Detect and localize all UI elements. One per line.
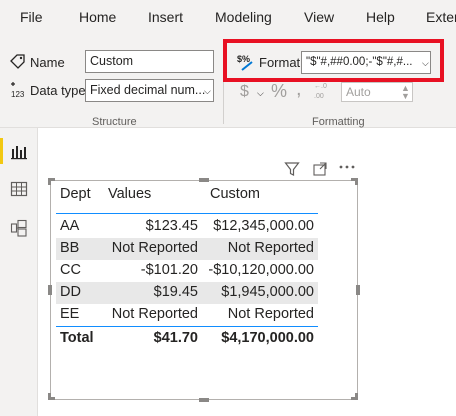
header-underline xyxy=(56,213,318,214)
cell-custom: $12,345,000.00 xyxy=(213,218,314,234)
header-dept[interactable]: Dept xyxy=(60,186,91,202)
cell-values: Not Reported xyxy=(111,240,198,256)
menu-insert[interactable]: Insert xyxy=(148,9,183,25)
table-row: EE Not Reported Not Reported xyxy=(56,304,318,326)
currency-button[interactable]: $ xyxy=(240,83,249,101)
cell-values: Not Reported xyxy=(111,306,198,322)
table-header-row: Dept Values Custom xyxy=(56,186,318,208)
cell-values: -$101.20 xyxy=(140,262,198,278)
datatype-label: Data type xyxy=(30,83,86,98)
total-values: $41.70 xyxy=(153,330,198,346)
formatting-group-title: Formatting xyxy=(312,116,365,128)
header-values[interactable]: Values xyxy=(108,186,151,202)
datatype-select[interactable]: Fixed decimal num... xyxy=(85,79,214,102)
menu-bar: File Home Insert Modeling View Help Exte… xyxy=(0,0,456,36)
resize-handle-bottom-right[interactable] xyxy=(351,393,358,400)
svg-text:←.0: ←.0 xyxy=(314,83,327,90)
resize-handle-right[interactable] xyxy=(356,285,360,295)
header-custom[interactable]: Custom xyxy=(210,186,260,202)
structure-group-title: Structure xyxy=(92,116,137,128)
cell-custom: Not Reported xyxy=(227,240,314,256)
cell-custom: Not Reported xyxy=(227,306,314,322)
svg-text:.00: .00 xyxy=(314,93,324,100)
menu-view[interactable]: View xyxy=(304,9,334,25)
chevron-down-icon[interactable]: ⌵ xyxy=(204,86,211,97)
total-custom: $4,170,000.00 xyxy=(221,330,314,346)
resize-handle-top[interactable] xyxy=(199,178,209,182)
total-label: Total xyxy=(60,330,94,346)
active-view-indicator xyxy=(0,138,3,164)
spin-down-icon[interactable]: ▼ xyxy=(401,91,410,101)
menu-modeling[interactable]: Modeling xyxy=(215,9,272,25)
svg-text:123: 123 xyxy=(11,90,25,99)
table-row: CC -$101.20 -$10,120,000.00 xyxy=(56,260,318,282)
table-total-row: Total $41.70 $4,170,000.00 xyxy=(56,328,318,350)
resize-handle-bottom[interactable] xyxy=(199,398,209,402)
total-separator xyxy=(56,326,318,327)
cell-dept: AA xyxy=(60,218,80,234)
view-switcher xyxy=(0,128,38,416)
decimal-places-icon[interactable]: ←.0 .00 xyxy=(312,80,334,100)
model-view-icon[interactable] xyxy=(9,218,29,238)
percent-button[interactable]: % xyxy=(271,81,287,102)
name-label: Name xyxy=(30,55,65,70)
menu-external-tools[interactable]: Exter xyxy=(426,9,456,25)
resize-handle-top-left[interactable] xyxy=(48,178,55,185)
menu-file[interactable]: File xyxy=(20,9,43,25)
resize-handle-bottom-left[interactable] xyxy=(48,393,55,400)
name-tag-icon xyxy=(10,54,25,69)
menu-home[interactable]: Home xyxy=(79,9,116,25)
chevron-down-icon[interactable]: ⌵ xyxy=(257,88,264,99)
more-options-icon[interactable] xyxy=(338,163,356,171)
filter-icon[interactable] xyxy=(284,161,300,177)
report-view-icon[interactable] xyxy=(9,141,29,161)
format-highlight-box xyxy=(223,39,444,82)
cell-dept: DD xyxy=(60,284,81,300)
table-view-icon[interactable] xyxy=(9,179,29,199)
cell-custom: -$10,120,000.00 xyxy=(208,262,314,278)
cell-dept: EE xyxy=(60,306,80,322)
focus-mode-icon[interactable] xyxy=(312,161,328,177)
data-type-icon: 123 xyxy=(11,82,25,99)
resize-handle-top-right[interactable] xyxy=(351,178,358,185)
cell-dept: BB xyxy=(60,240,80,256)
table-row: DD $19.45 $1,945,000.00 xyxy=(56,282,318,304)
cell-values: $19.45 xyxy=(153,284,198,300)
cell-values: $123.45 xyxy=(145,218,198,234)
name-field[interactable]: Custom xyxy=(85,50,214,73)
app-window: File Home Insert Modeling View Help Exte… xyxy=(0,0,456,416)
table-row: BB Not Reported Not Reported xyxy=(56,238,318,260)
table-row: AA $123.45 $12,345,000.00 xyxy=(56,216,318,238)
menu-help[interactable]: Help xyxy=(366,9,395,25)
cell-dept: CC xyxy=(60,262,81,278)
cell-custom: $1,945,000.00 xyxy=(221,284,314,300)
resize-handle-left[interactable] xyxy=(48,285,52,295)
